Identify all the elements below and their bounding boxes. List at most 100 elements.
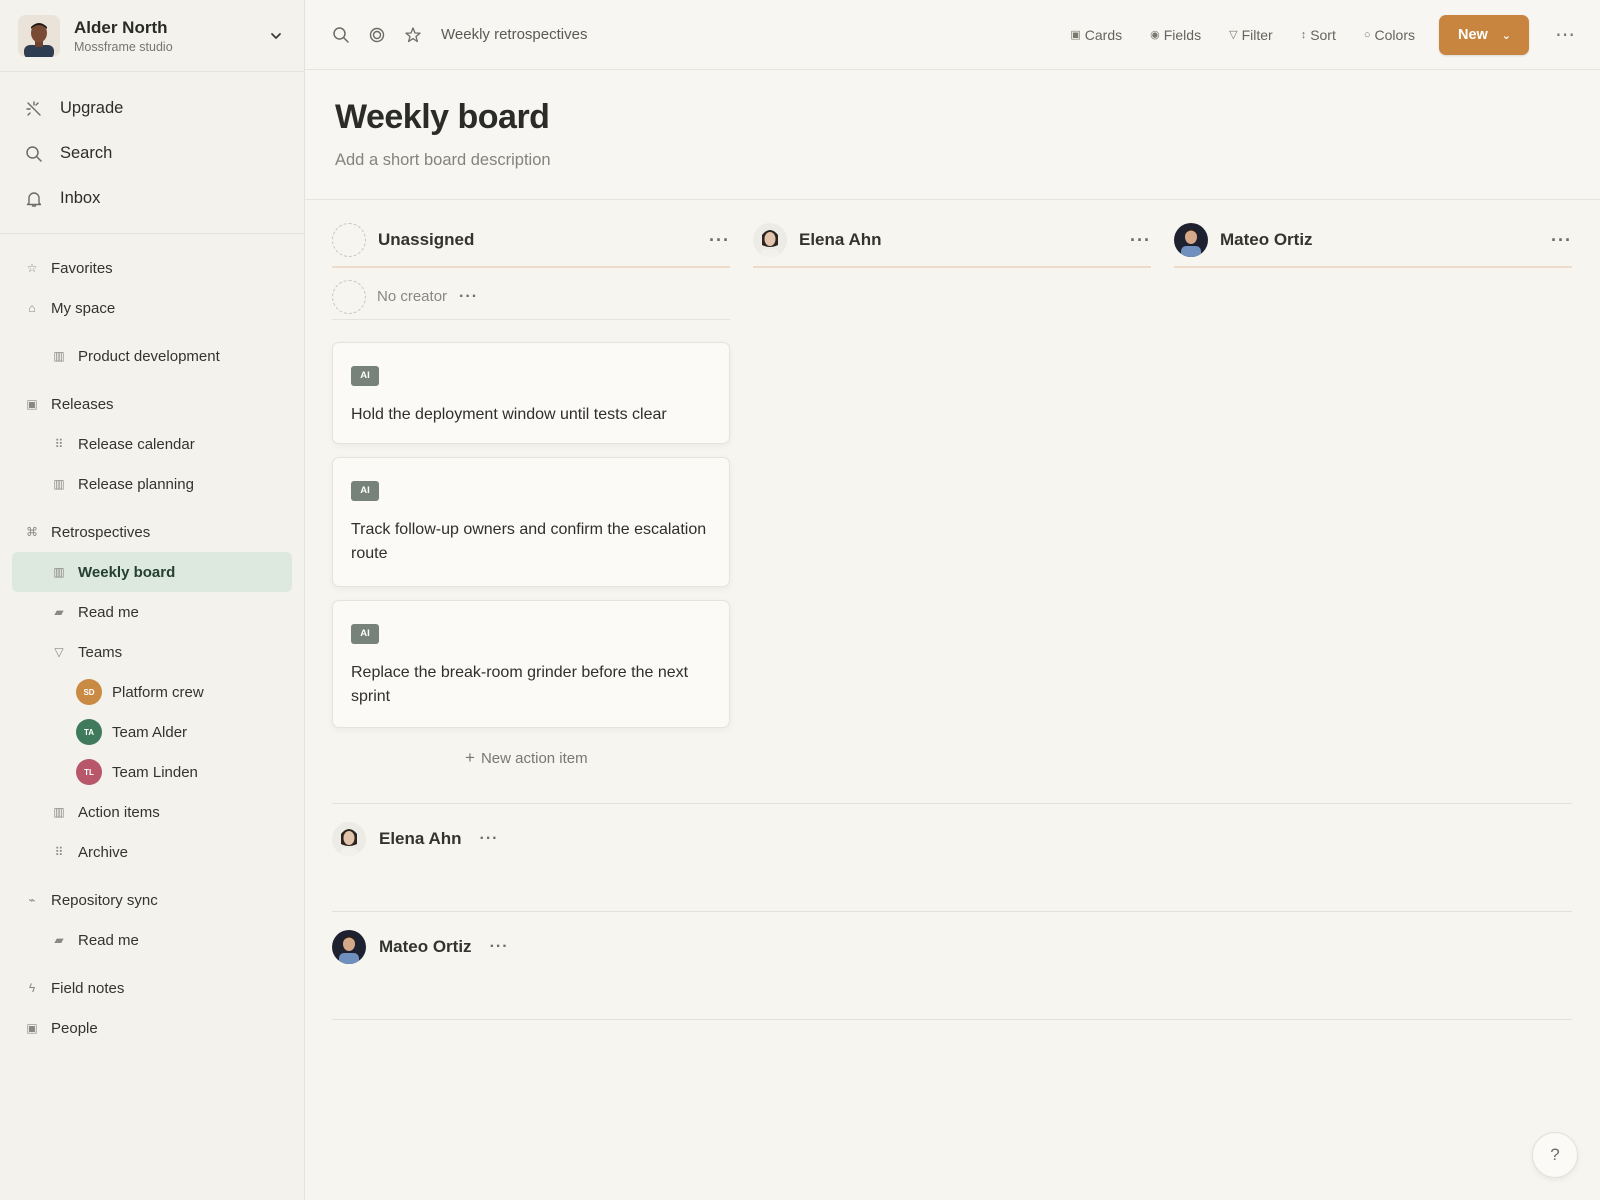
sidebar-item-my-space[interactable]: ⌂ My space — [0, 288, 304, 328]
sidebar-item-label: People — [51, 1019, 98, 1037]
more-options-icon[interactable]: ··· — [709, 230, 730, 251]
new-button-label: New — [1458, 26, 1488, 43]
fields-button[interactable]: ◉ Fields — [1150, 27, 1201, 43]
sidebar-item-retrospectives[interactable]: ⌘ Retrospectives — [0, 512, 304, 552]
sidebar-item-label: Team Alder — [112, 723, 188, 741]
search-link[interactable]: Search — [0, 131, 304, 176]
sync-icon: ⌁ — [28, 893, 36, 907]
group-header-no-creator[interactable]: No creator ··· — [332, 274, 730, 320]
sidebar-item-action-items[interactable]: ▥ Action items — [0, 792, 304, 832]
sidebar-item-favorites[interactable]: ☆ Favorites — [0, 248, 304, 288]
card[interactable]: AI Hold the deployment window until test… — [332, 342, 730, 444]
column-header-unassigned[interactable]: Unassigned ··· — [332, 214, 730, 268]
swimlane-header[interactable]: Elena Ahn ··· — [332, 822, 1572, 856]
colors-button[interactable]: ○ Colors — [1364, 27, 1415, 43]
search-icon[interactable] — [331, 25, 351, 45]
sidebar-item-teams[interactable]: ▽ Teams — [0, 632, 304, 672]
chevron-down-icon[interactable]: ⌄ — [1502, 29, 1511, 42]
board-icon: ▥ — [53, 565, 65, 579]
sidebar-item-label: Release calendar — [78, 435, 195, 453]
star-icon[interactable] — [403, 25, 423, 45]
sidebar-item-label: Read me — [78, 603, 139, 621]
sidebar-item-label: My space — [51, 299, 116, 317]
caret-down-icon[interactable]: ▽ — [51, 645, 67, 659]
empty-avatar — [332, 279, 366, 314]
more-options-icon[interactable]: ··· — [1551, 230, 1572, 251]
sidebar-item-people[interactable]: ▣ People — [0, 1008, 304, 1048]
ai-tag: AI — [351, 366, 379, 386]
target-icon[interactable] — [367, 25, 387, 45]
sidebar-item-weekly-board[interactable]: ▥ Weekly board — [12, 552, 292, 592]
sidebar-item-label: Team Linden — [112, 763, 198, 781]
filter-button[interactable]: ▽ Filter — [1229, 27, 1273, 43]
sidebar-item-release-calendar[interactable]: ⠿ Release calendar — [0, 424, 304, 464]
sort-button[interactable]: ↕ Sort — [1301, 27, 1336, 43]
column-header-elena[interactable]: Elena Ahn ··· — [753, 214, 1151, 268]
page-description[interactable]: Add a short board description — [335, 151, 1600, 170]
sidebar-item-team-alder[interactable]: TA Team Alder — [0, 712, 304, 752]
sidebar-item-archive[interactable]: ⠿ Archive — [0, 832, 304, 872]
page-title[interactable]: Weekly board — [335, 98, 1600, 137]
inbox-link[interactable]: Inbox — [0, 176, 304, 221]
doc-icon: ▰ — [54, 605, 64, 619]
sidebar-item-team-linden[interactable]: TL Team Linden — [0, 752, 304, 792]
card[interactable]: AI Replace the break-room grinder before… — [332, 600, 730, 728]
fields-label: Fields — [1163, 26, 1202, 43]
avatar — [332, 822, 366, 856]
chevron-down-icon[interactable] — [266, 26, 286, 46]
sidebar-item-platform-crew[interactable]: SD Platform crew — [0, 672, 304, 712]
sidebar-item-read-me-2[interactable]: ▰ Read me — [0, 920, 304, 960]
new-button[interactable]: New ⌄ — [1439, 14, 1529, 55]
sidebar-item-label: Release planning — [78, 475, 194, 493]
sidebar-tree: ☆ Favorites ⌂ My space ▥ Product develop… — [0, 234, 304, 1048]
sidebar-item-field-notes[interactable]: ϟ Field notes — [0, 968, 304, 1008]
page-header: Weekly board Add a short board descripti… — [305, 70, 1600, 200]
more-options-icon[interactable]: ⋯ — [1555, 22, 1576, 47]
help-button[interactable]: ? — [1532, 1132, 1578, 1178]
swimlane-elena: Elena Ahn ··· — [332, 803, 1572, 911]
main-area: Weekly retrospectives ▣ Cards ◉ Fields ▽ Fi… — [305, 0, 1600, 1200]
swimlane-title: Mateo Ortiz — [379, 937, 472, 956]
sidebar-item-read-me[interactable]: ▰ Read me — [0, 592, 304, 632]
card[interactable]: AI Track follow-up owners and confirm th… — [332, 457, 730, 587]
home-icon: ⌂ — [28, 301, 36, 315]
ai-tag: AI — [351, 624, 379, 644]
sidebar: Alder North Mossframe studio Upgrade Sea… — [0, 0, 305, 1200]
user-name: Alder North — [74, 17, 168, 37]
breadcrumb[interactable]: Weekly retrospectives — [441, 26, 587, 43]
command-icon: ⌘ — [26, 525, 38, 539]
more-options-icon[interactable]: ··· — [490, 938, 509, 956]
more-options-icon[interactable]: ··· — [459, 288, 478, 306]
sidebar-item-label: Repository sync — [51, 891, 158, 909]
sidebar-item-repository-sync[interactable]: ⌁ Repository sync — [0, 880, 304, 920]
sidebar-item-label: Weekly board — [78, 563, 176, 581]
swimlane-header[interactable]: Mateo Ortiz ··· — [332, 930, 1572, 964]
folder-icon: ▣ — [26, 397, 38, 411]
avatar — [753, 223, 787, 257]
column-header-mateo[interactable]: Mateo Ortiz ··· — [1174, 214, 1572, 268]
ai-tag: AI — [351, 481, 379, 501]
sidebar-item-label: Action items — [78, 803, 160, 821]
divider — [332, 1019, 1572, 1020]
column-title: Unassigned — [378, 230, 475, 249]
more-options-icon[interactable]: ··· — [1130, 230, 1151, 251]
sidebar-item-label: Platform crew — [112, 683, 204, 701]
calendar-icon: ⠿ — [54, 437, 64, 451]
card-title: Track follow-up owners and confirm the e… — [351, 521, 707, 562]
sidebar-item-label: Field notes — [51, 979, 125, 997]
sidebar-item-label: Favorites — [51, 259, 113, 277]
upgrade-label: Upgrade — [60, 99, 124, 117]
team-badge: TL — [76, 759, 102, 785]
more-options-icon[interactable]: ··· — [480, 830, 499, 848]
workspace-switcher[interactable]: Alder North Mossframe studio — [0, 0, 304, 72]
quick-actions: Upgrade Search Inbox — [0, 72, 304, 234]
upgrade-link[interactable]: Upgrade — [0, 86, 304, 131]
new-action-item-button[interactable]: + New action item — [465, 748, 588, 768]
column-title: Elena Ahn — [799, 230, 882, 249]
cards-button[interactable]: ▣ Cards — [1070, 27, 1122, 43]
sidebar-item-release-planning[interactable]: ▥ Release planning — [0, 464, 304, 504]
sidebar-item-product-development[interactable]: ▥ Product development — [0, 336, 304, 376]
fields-icon: ◉ — [1150, 29, 1160, 41]
filter-icon: ▽ — [1229, 29, 1238, 41]
sidebar-item-releases[interactable]: ▣ Releases — [0, 384, 304, 424]
